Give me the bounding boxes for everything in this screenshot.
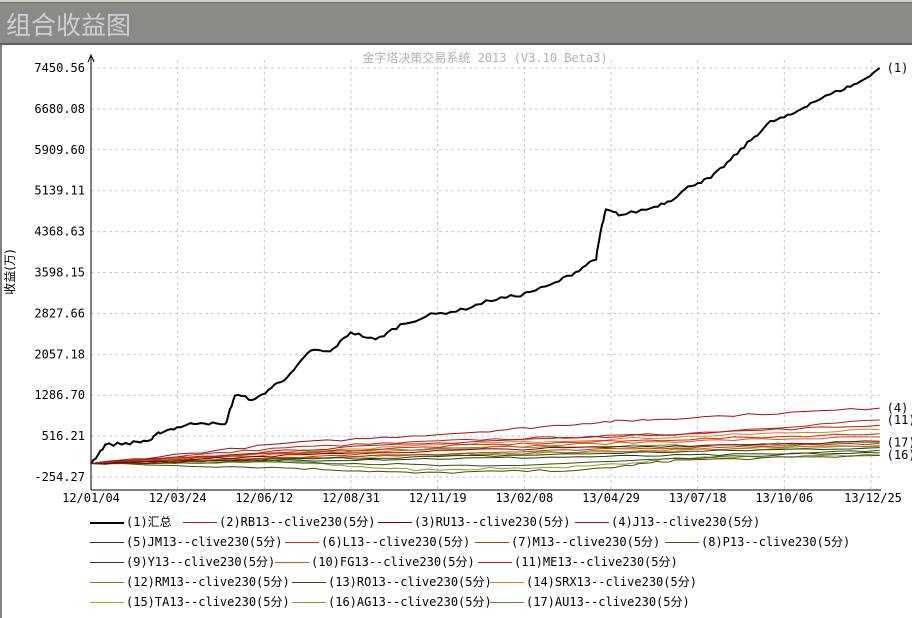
x-tick-label: 13/10/06 [755,491,813,505]
series-line [90,67,881,465]
legend-item-1: (1)汇总 [90,514,172,530]
x-tick-label: 12/08/31 [322,491,380,505]
legend-item-8: (8)P13--clive230(5分) [665,534,850,550]
legend-item-16: (16)AG13--clive230(5分) [292,594,492,610]
x-tick-label: 12/06/12 [235,491,293,505]
x-tick-label: 12/11/19 [409,491,467,505]
y-tick-label: 5139.11 [34,184,85,198]
legend-item-4: (4)J13--clive230(5分) [575,514,760,530]
x-tick-label: 13/04/29 [582,491,640,505]
x-tick-label: 13/07/18 [669,491,727,505]
legend-item-17: (17)AU13--clive230(5分) [490,594,690,610]
x-tick-label: 12/03/24 [149,491,207,505]
series-end-label: (1) [887,61,909,75]
y-tick-label: 2057.18 [34,347,85,361]
x-tick-label: 13/02/08 [495,491,553,505]
series-end-label: (4) [887,401,909,415]
series-end-label: (16) [887,448,912,462]
y-tick-label: -254.27 [34,470,85,484]
y-tick-label: 6680.08 [34,102,85,116]
y-tick-label: 1286.70 [34,388,85,402]
legend-item-3: (3)RU13--clive230(5分) [378,514,571,530]
y-tick-label: 516.21 [42,429,85,443]
legend-item-9: (9)Y13--clive230(5分) [90,554,275,570]
y-tick-label: 7450.56 [34,61,85,75]
legend-item-13: (13)RO13--clive230(5分) [292,574,492,590]
y-tick-label: 3598.15 [34,265,85,279]
chart-title: 金字塔决策交易系统 2013 (V3.10 Beta3) [362,50,607,65]
y-tick-label: 5909.60 [34,143,85,157]
legend-item-2: (2)RB13--clive230(5分) [183,514,376,530]
legend-item-14: (14)SRX13--clive230(5分) [490,574,697,590]
y-tick-label: 2827.66 [34,306,85,320]
legend-item-12: (12)RM13--clive230(5分) [90,574,290,590]
y-axis-label: 收益(万) [3,249,17,294]
legend-item-6: (6)L13--clive230(5分) [285,534,470,550]
legend-item-7: (7)M13--clive230(5分) [475,534,660,550]
legend-item-11: (11)ME13--clive230(5分) [478,554,678,570]
legend-item-10: (10)FG13--clive230(5分) [275,554,475,570]
y-tick-label: 4368.63 [34,225,85,239]
legend-item-5: (5)JM13--clive230(5分) [90,534,283,550]
x-tick-label: 13/12/25 [844,491,902,505]
legend-item-15: (15)TA13--clive230(5分) [90,594,290,610]
x-tick-label: 12/01/04 [62,491,120,505]
